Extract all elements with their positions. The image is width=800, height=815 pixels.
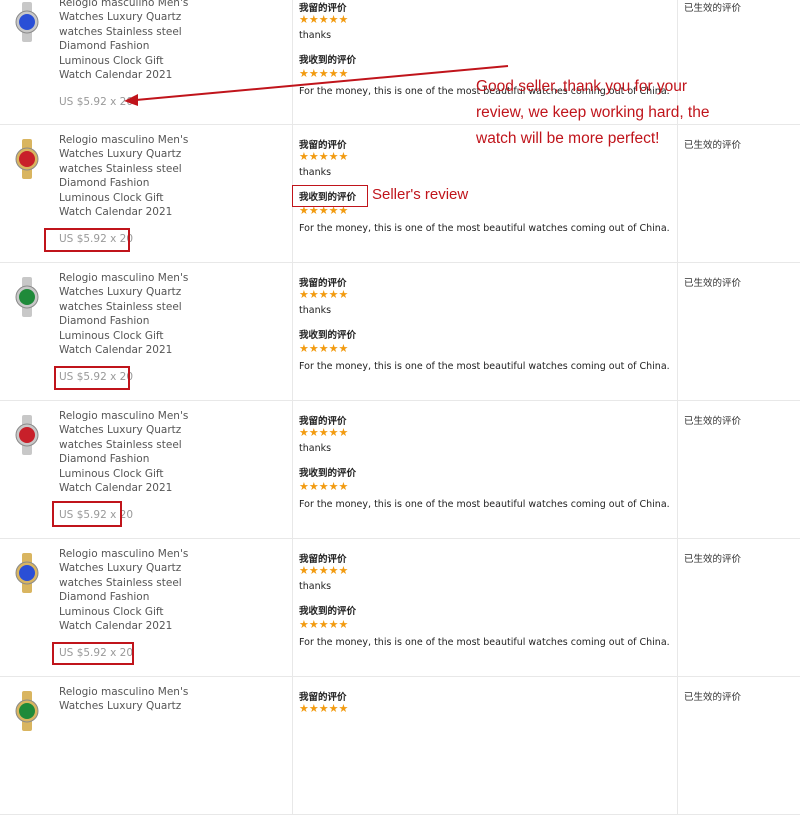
annotation-seller-reply: Good seller, thank you for your review, … (476, 78, 710, 147)
highlight-box (292, 185, 368, 207)
annotation-seller-review: Seller's review (372, 186, 469, 203)
